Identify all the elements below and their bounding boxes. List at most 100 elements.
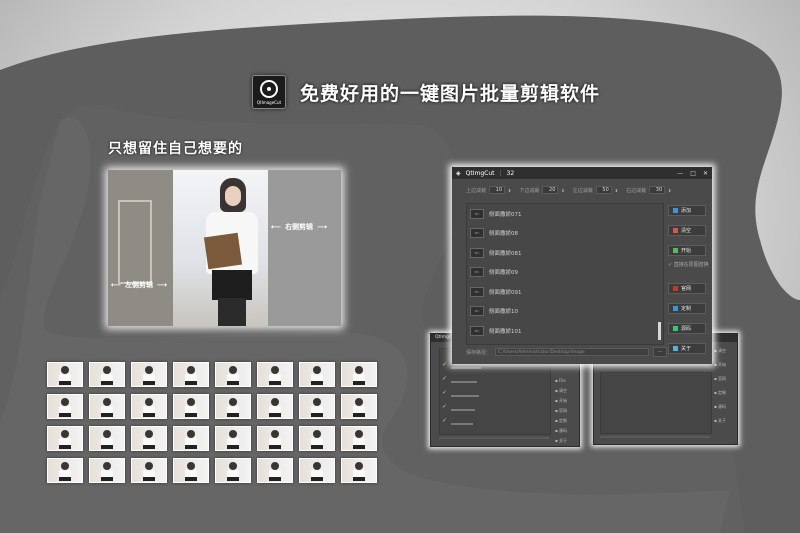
check-icon: ✓ — [442, 389, 448, 396]
file-row[interactable]: PIC 侧面撒娇091 — [467, 282, 663, 302]
button-label: 清空 — [681, 228, 692, 234]
add-icon — [673, 208, 678, 213]
thumbnail-image — [89, 362, 125, 387]
thumbnail-image — [299, 458, 335, 483]
button-label: 关于 — [681, 346, 692, 352]
spinner-icon[interactable]: ⬍ — [668, 188, 671, 193]
scrollbar-thumb[interactable] — [658, 322, 661, 340]
mini-side-button: ▪ 关于 — [714, 418, 726, 423]
file-line — [451, 395, 479, 397]
mini-side-button: ▪ 清空 — [555, 388, 567, 393]
mini-side-button: ▪ 关于 — [555, 438, 567, 443]
thumbnail-image — [47, 426, 83, 451]
file-row[interactable]: PIC 侧面撒娇10 — [467, 302, 663, 322]
code-button[interactable]: 源码 — [668, 323, 706, 334]
subheading: 只想留住自己想要的 — [108, 141, 243, 157]
home-icon — [673, 286, 678, 291]
person-face — [225, 186, 241, 206]
window-title-bar[interactable]: ◈ QtImgCut | 32 — □ ✕ — [452, 167, 712, 179]
custom-button[interactable]: 定制 — [668, 303, 706, 314]
thumbnail-image — [131, 362, 167, 387]
window-title: QtImgCut — [465, 169, 495, 177]
thumbnail-image — [89, 426, 125, 451]
save-path-input[interactable]: C:/Users/Administrator/Desktop/image — [495, 348, 650, 356]
app-logo: QtImageCut — [252, 75, 286, 109]
thumbnail-image — [89, 458, 125, 483]
image-file-icon: PIC — [470, 228, 484, 239]
arrow-right-icon: ⟶ — [157, 281, 168, 289]
add-button[interactable]: 添加 — [668, 205, 706, 216]
custom-icon — [673, 306, 678, 311]
check-icon: ✓ — [442, 361, 448, 368]
thumbnail-image — [215, 426, 251, 451]
camera-lens-icon — [260, 79, 278, 98]
crop-parameters: 上边减裁 10 ⬍ 下边减裁 20 ⬍ 左边减裁 50 ⬍ 右边减裁 30 ⬍ — [452, 179, 712, 197]
window-controls: — □ ✕ — [677, 170, 708, 177]
param-input[interactable]: 10 — [489, 186, 506, 194]
file-row[interactable]: PIC 侧面撒娇08 — [467, 224, 663, 244]
clear-button[interactable]: 清空 — [668, 225, 706, 236]
param-label: 下边减裁 — [519, 187, 540, 194]
thumbnail-image — [299, 394, 335, 419]
thumbnail-image — [257, 394, 293, 419]
button-label: 官网 — [681, 286, 692, 292]
info-icon — [673, 346, 678, 351]
mini-side-button: ▪ 开始 — [555, 398, 567, 403]
app-icon: ◈ — [456, 169, 461, 177]
left-crop-label: ⟵ 左侧剪辑 ⟶ — [111, 280, 167, 290]
action-buttons: 添加清空开始 ✓ 直接在原图替换 官网定制源码关于 — [668, 205, 709, 363]
spinner-icon[interactable]: ⬍ — [561, 188, 564, 193]
spinner-icon[interactable]: ⬍ — [508, 188, 511, 193]
crop-preview-photo: ⟵ 左侧剪辑 ⟶ ⟵ 右侧剪辑 ⟶ — [108, 170, 341, 326]
browse-button[interactable]: ... — [653, 347, 668, 357]
close-icon[interactable]: ✕ — [703, 170, 708, 177]
file-row[interactable]: PIC 侧面撒娇101 — [467, 321, 663, 341]
param-label: 右边减裁 — [626, 187, 647, 194]
mini-side-button: ▪ 官网 — [555, 408, 567, 413]
file-row[interactable]: PIC 侧面撒娇071 — [467, 204, 663, 224]
home-button[interactable]: 官网 — [668, 283, 706, 294]
arrow-left-icon: ⟵ — [111, 281, 122, 289]
image-file-icon: PIC — [470, 306, 484, 317]
button-label: 源码 — [681, 326, 692, 332]
button-label: 定制 — [681, 306, 692, 312]
file-row[interactable]: PIC 侧面撒娇081 — [467, 243, 663, 263]
file-name: 侧面撒娇08 — [489, 231, 518, 238]
mini-side-button: ▪ 定制 — [714, 390, 726, 395]
param-input[interactable]: 30 — [649, 186, 666, 194]
info-button[interactable]: 关于 — [668, 343, 706, 354]
code-icon — [673, 326, 678, 331]
minimize-icon[interactable]: — — [677, 170, 683, 177]
param-label: 上边减裁 — [466, 187, 487, 194]
file-name: 侧面撒娇071 — [489, 211, 522, 218]
right-crop-label: ⟵ 右侧剪辑 ⟶ — [271, 222, 327, 232]
thumbnail-image — [47, 458, 83, 483]
thumbnail-image — [341, 426, 377, 451]
file-name: 侧面撒娇081 — [489, 250, 522, 257]
param-input[interactable]: 20 — [542, 186, 559, 194]
start-button[interactable]: 开始 — [668, 245, 706, 256]
mini-side-button: ▪ 定制 — [555, 418, 567, 423]
title-divider: | — [499, 169, 502, 177]
path-line — [600, 436, 710, 438]
thumbnail-image — [299, 362, 335, 387]
maximize-icon[interactable]: □ — [690, 170, 696, 177]
clear-icon — [673, 228, 678, 233]
param-input[interactable]: 50 — [595, 186, 612, 194]
thumbnail-image — [131, 426, 167, 451]
person-folder — [203, 232, 243, 270]
right-crop-text: 右侧剪辑 — [285, 223, 314, 231]
file-row[interactable]: PIC 侧面撒娇09 — [467, 263, 663, 283]
file-list[interactable]: PIC 侧面撒娇071 PIC 侧面撒娇08 PIC 侧面撒娇081 PIC 侧面撒娇09 PI… — [466, 203, 664, 345]
check-icon: ✓ — [442, 375, 448, 382]
replace-original-checkbox[interactable]: ✓ 直接在原图替换 — [668, 261, 709, 268]
thumbnail-grid — [47, 362, 377, 483]
headline: 免费好用的一键图片批量剪辑软件 — [300, 82, 601, 105]
mini-file-list — [600, 372, 712, 434]
file-rows: PIC 侧面撒娇071 PIC 侧面撒娇08 PIC 侧面撒娇081 PIC 侧面撒娇09 PI… — [467, 204, 663, 341]
save-path-label: 保存路径： — [466, 349, 492, 356]
thumbnail-image — [215, 362, 251, 387]
file-name: 侧面撒娇10 — [489, 309, 518, 316]
spinner-icon[interactable]: ⬍ — [615, 188, 618, 193]
mini-side-button: ▪ 源码 — [555, 428, 567, 433]
